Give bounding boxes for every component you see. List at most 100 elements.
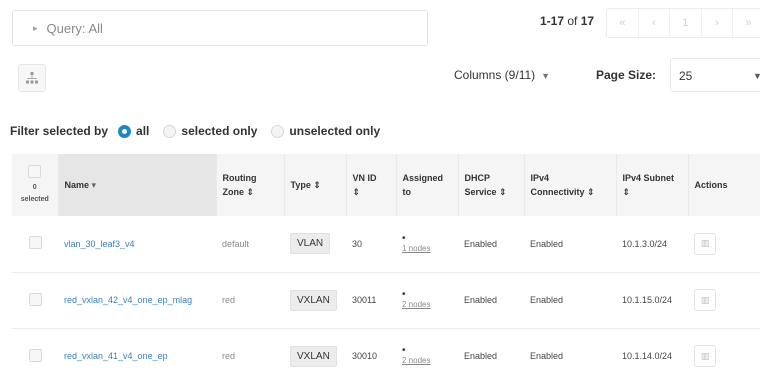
- page-size-select[interactable]: 25 ▼: [670, 58, 760, 92]
- vn-id-cell: 30010: [352, 351, 378, 361]
- vn-id-cell: 30011: [352, 295, 377, 305]
- page-size-value: 25: [679, 69, 693, 83]
- column-header-label: Connectivity ⇕: [530, 187, 595, 197]
- column-header-label: Service ⇕: [464, 187, 507, 197]
- vn-name-link[interactable]: red_vxlan_42_v4_one_ep_mlag: [64, 295, 192, 305]
- selected-count: 0 selected: [20, 184, 49, 203]
- table-row: red_vxlan_41_v4_one_ep red VXLAN 30010 •…: [12, 328, 760, 378]
- ipv4-subnet-cell: 10.1.3.0/24: [622, 238, 668, 249]
- pagination-controls: « ‹ 1 › »: [606, 8, 760, 38]
- pagination-count: 1-17 of 17: [540, 14, 594, 28]
- virtual-networks-table: 0 selected Name ▾ Routing Zone ⇕ Type ⇕ V…: [12, 154, 760, 378]
- actions-cell: ▥: [688, 216, 760, 272]
- type-cell: VLAN: [284, 216, 346, 272]
- tree-view-button[interactable]: [18, 64, 46, 92]
- vn-name-link[interactable]: vlan_30_leaf3_v4: [64, 239, 135, 249]
- pagination-of: of: [567, 14, 578, 28]
- dhcp-cell: Enabled: [464, 295, 498, 305]
- table-header-row: 0 selected Name ▾ Routing Zone ⇕ Type ⇕ V…: [12, 154, 760, 216]
- trash-icon: ▥: [700, 238, 710, 249]
- assigned-nodes-link[interactable]: 1 nodes: [402, 244, 430, 253]
- bullet-icon: •: [402, 345, 406, 356]
- column-header-name[interactable]: Name ▾: [58, 154, 217, 216]
- radio-all[interactable]: [118, 124, 132, 138]
- radio-selected-only[interactable]: [163, 124, 177, 138]
- routing-zone-cell: red: [222, 295, 236, 305]
- assigned-nodes-link[interactable]: 2 nodes: [402, 356, 430, 365]
- selection-filter: Filter selected by all selected only uns…: [10, 124, 384, 138]
- first-page-button[interactable]: «: [607, 9, 639, 37]
- column-header-vn-id[interactable]: VN ID ⇕: [346, 154, 397, 216]
- column-header-assigned-to: Assigned to: [396, 154, 459, 216]
- column-header-label: Assigned: [402, 172, 444, 183]
- routing-zone-cell: default: [222, 238, 250, 249]
- page-number-button[interactable]: 1: [670, 9, 702, 37]
- column-header-ipv4-subnet[interactable]: IPv4 Subnet ⇕: [616, 154, 689, 216]
- row-checkbox[interactable]: [28, 292, 42, 306]
- prev-page-button[interactable]: ‹: [639, 9, 671, 37]
- actions-cell: ▥: [688, 328, 760, 378]
- type-tag: VXLAN: [290, 345, 337, 367]
- bullet-icon: •: [402, 289, 406, 300]
- ipv4-connectivity-cell: Enabled: [530, 238, 564, 249]
- row-actions-button[interactable]: ▥: [694, 289, 716, 311]
- column-header-label: Type ⇕: [290, 179, 321, 190]
- chevron-right-icon: ▸: [33, 22, 38, 33]
- column-header-label: to: [402, 187, 412, 197]
- column-header-label: DHCP: [464, 172, 491, 183]
- radio-unselected-only[interactable]: [271, 124, 285, 138]
- query-bar[interactable]: ▸ Query: All: [12, 10, 428, 46]
- column-header-label: ⇕: [352, 187, 361, 197]
- assigned-cell: • 2 nodes: [396, 328, 458, 378]
- type-tag: VXLAN: [290, 289, 337, 311]
- column-header-actions: Actions: [688, 154, 760, 216]
- ipv4-subnet-cell: 10.1.14.0/24: [622, 351, 673, 361]
- table-row: vlan_30_leaf3_v4 default VLAN 30 • 1 node…: [12, 216, 760, 272]
- column-header-ipv4-connectivity[interactable]: IPv4 Connectivity ⇕: [524, 154, 617, 216]
- column-header-dhcp-service[interactable]: DHCP Service ⇕: [458, 154, 525, 216]
- last-page-button[interactable]: »: [733, 9, 760, 37]
- dhcp-cell: Enabled: [464, 238, 498, 249]
- pagination-range: 1-17: [540, 14, 565, 28]
- table-row: red_vxlan_42_v4_one_ep_mlag red VXLAN 30…: [12, 272, 760, 328]
- column-header-label: ⇕: [622, 187, 631, 197]
- next-page-button[interactable]: ›: [702, 9, 734, 37]
- trash-icon: ▥: [700, 350, 710, 361]
- chevron-down-icon: ▼: [541, 71, 551, 81]
- bullet-icon: •: [402, 232, 406, 244]
- vn-id-cell: 30: [352, 238, 363, 249]
- row-actions-button[interactable]: ▥: [694, 345, 716, 367]
- column-header-label: VN ID: [352, 172, 377, 183]
- columns-dropdown[interactable]: Columns (9/11) ▼: [454, 68, 550, 82]
- type-tag: VLAN: [290, 233, 331, 255]
- type-cell: VXLAN: [284, 328, 346, 378]
- routing-zone-cell: red: [222, 351, 236, 361]
- row-select-cell: [12, 216, 58, 272]
- select-all-header: 0 selected: [12, 154, 59, 216]
- row-checkbox[interactable]: [28, 236, 42, 250]
- row-checkbox[interactable]: [28, 348, 42, 362]
- radio-all-label: all: [136, 124, 150, 138]
- assigned-cell: • 2 nodes: [396, 272, 458, 328]
- columns-label: Columns (9/11): [454, 68, 536, 82]
- ipv4-subnet-cell: 10.1.15.0/24: [622, 295, 673, 305]
- page-size-label: Page Size:: [596, 68, 657, 82]
- query-label: Query: All: [46, 20, 103, 36]
- ipv4-connectivity-cell: Enabled: [530, 295, 564, 305]
- column-header-routing-zone[interactable]: Routing Zone ⇕: [216, 154, 285, 216]
- row-actions-button[interactable]: ▥: [694, 232, 716, 255]
- assigned-cell: • 1 nodes: [396, 216, 458, 272]
- ipv4-connectivity-cell: Enabled: [530, 351, 564, 361]
- select-all-checkbox[interactable]: [28, 165, 42, 179]
- column-header-type[interactable]: Type ⇕: [284, 154, 347, 216]
- vn-name-link[interactable]: red_vxlan_41_v4_one_ep: [64, 351, 168, 361]
- assigned-nodes-link[interactable]: 2 nodes: [402, 300, 430, 309]
- name-cell: vlan_30_leaf3_v4: [58, 216, 216, 272]
- row-select-cell: [12, 272, 58, 328]
- column-header-label: Actions: [694, 179, 728, 190]
- dhcp-cell: Enabled: [464, 351, 498, 361]
- pagination-total: 17: [580, 14, 595, 28]
- column-header-label: Zone ⇕: [222, 187, 255, 197]
- sort-desc-icon: ▾: [91, 179, 97, 190]
- column-header-label: Name: [64, 179, 90, 190]
